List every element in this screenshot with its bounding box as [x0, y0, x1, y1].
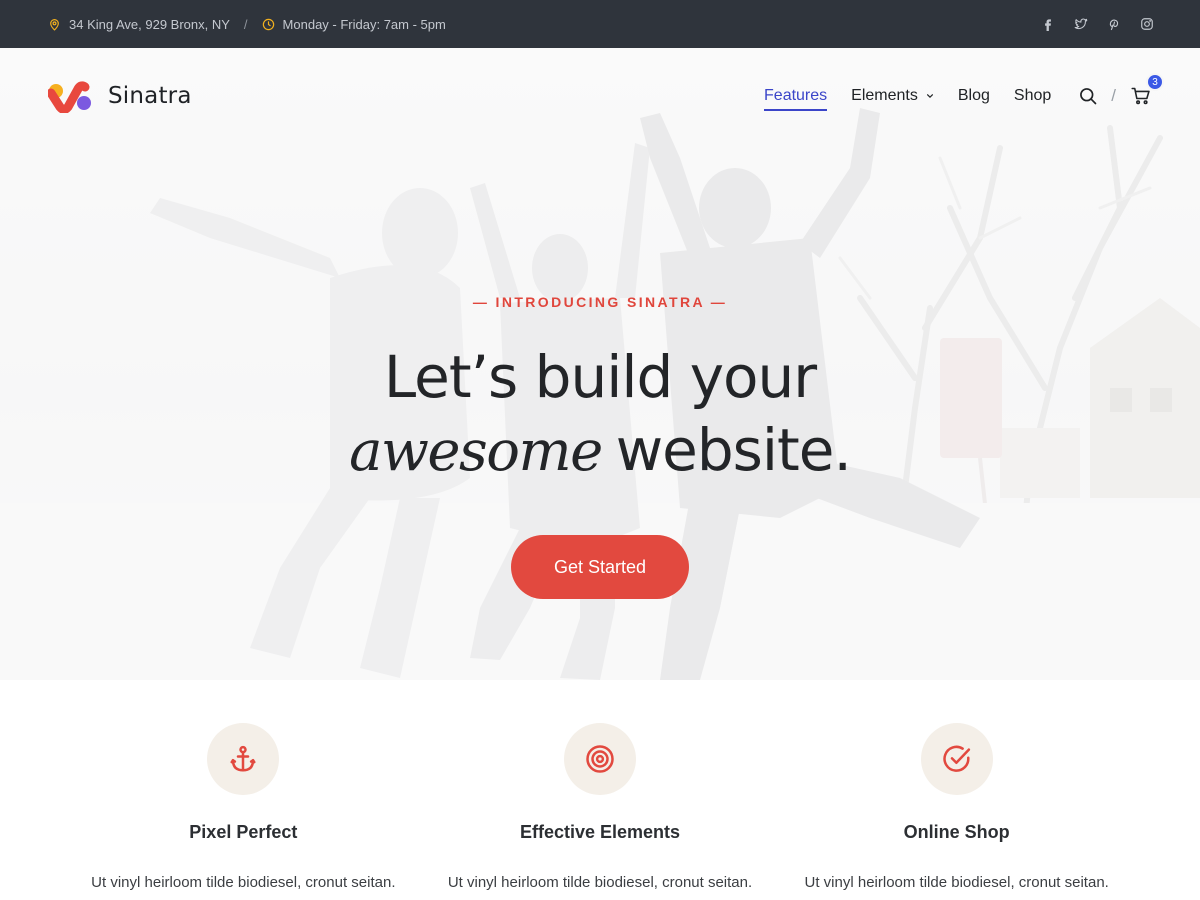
- feature-description: Ut vinyl heirloom tilde biodiesel, cronu…: [91, 874, 396, 891]
- feature-card: Pixel Perfect Ut vinyl heirloom tilde bi…: [65, 723, 422, 900]
- top-bar: 34 King Ave, 929 Bronx, NY / Monday - Fr…: [0, 0, 1200, 48]
- site-logo[interactable]: Sinatra: [48, 79, 192, 113]
- facebook-icon[interactable]: [1040, 17, 1055, 32]
- twitter-icon[interactable]: [1073, 17, 1088, 32]
- cart-icon: [1131, 87, 1150, 105]
- hours-info: Monday - Friday: 7am - 5pm: [262, 17, 446, 32]
- nav-item-elements[interactable]: Elements: [851, 81, 934, 111]
- feature-card: Online Shop Ut vinyl heirloom tilde biod…: [778, 723, 1135, 900]
- nav-item-label: Blog: [957, 87, 990, 104]
- social-links: [1040, 17, 1154, 32]
- feature-icon-wrap: [207, 723, 280, 795]
- feature-card: Effective Elements Ut vinyl heirloom til…: [422, 723, 779, 900]
- tools-separator: /: [1111, 86, 1116, 105]
- headline-line-2: website.: [615, 416, 852, 484]
- logo-text: Sinatra: [108, 83, 192, 109]
- instagram-icon[interactable]: [1139, 17, 1154, 32]
- get-started-button[interactable]: Get Started: [511, 535, 689, 599]
- nav-item-shop[interactable]: Shop: [1014, 81, 1051, 111]
- hero-headline: Let’s build your awesome website.: [0, 341, 1200, 488]
- hero-section: Sinatra Features Elements Blog Shop / 3 …: [0, 48, 1200, 680]
- feature-description: Ut vinyl heirloom tilde biodiesel, cronu…: [447, 874, 753, 891]
- header-tools: / 3: [1077, 73, 1164, 107]
- site-header: Sinatra Features Elements Blog Shop / 3: [0, 48, 1200, 144]
- feature-description-continued: [422, 894, 779, 900]
- target-icon: [586, 745, 614, 773]
- cart-count-badge: 3: [1146, 73, 1164, 91]
- headline-line-1: Let’s build your: [383, 343, 817, 411]
- nav-item-blog[interactable]: Blog: [958, 81, 990, 111]
- feature-icon-wrap: [920, 723, 993, 795]
- topbar-separator: /: [243, 16, 248, 32]
- feature-title: Effective Elements: [519, 822, 681, 842]
- feature-description: Ut vinyl heirloom tilde biodiesel, cronu…: [804, 874, 1109, 891]
- hours-text: Monday - Friday: 7am - 5pm: [282, 16, 446, 32]
- address-text: 34 King Ave, 929 Bronx, NY: [69, 16, 230, 32]
- nav-item-label: Elements: [851, 87, 918, 104]
- search-icon: [1080, 88, 1097, 105]
- hero-content: — INTRODUCING SINATRA — Let’s build your…: [0, 294, 1200, 599]
- feature-description-continued: [778, 894, 1135, 900]
- feature-title: Pixel Perfect: [189, 822, 298, 842]
- feature-title: Online Shop: [903, 822, 1010, 842]
- nav-item-label: Shop: [1013, 87, 1052, 104]
- map-pin-icon: [48, 18, 61, 31]
- cart-button[interactable]: 3: [1130, 73, 1164, 107]
- nav-item-label: Features: [764, 87, 828, 104]
- anchor-icon: [230, 745, 256, 772]
- search-button[interactable]: [1077, 85, 1099, 107]
- main-navigation: Features Elements Blog Shop / 3: [764, 73, 1164, 111]
- address-info: 34 King Ave, 929 Bronx, NY: [48, 17, 230, 32]
- chevron-down-icon: [926, 94, 933, 99]
- features-section: Pixel Perfect Ut vinyl heirloom tilde bi…: [0, 680, 1200, 900]
- pinterest-icon[interactable]: [1106, 17, 1121, 32]
- contact-info: 34 King Ave, 929 Bronx, NY / Monday - Fr…: [48, 17, 446, 32]
- nav-item-features[interactable]: Features: [764, 81, 828, 111]
- feature-description-continued: [65, 894, 422, 900]
- hero-eyebrow: — INTRODUCING SINATRA —: [472, 294, 728, 310]
- check-circle-icon: [942, 745, 970, 772]
- clock-icon: [262, 18, 275, 31]
- headline-italic-word: awesome: [349, 419, 603, 484]
- logo-icon: [48, 81, 91, 113]
- feature-icon-wrap: [564, 723, 636, 795]
